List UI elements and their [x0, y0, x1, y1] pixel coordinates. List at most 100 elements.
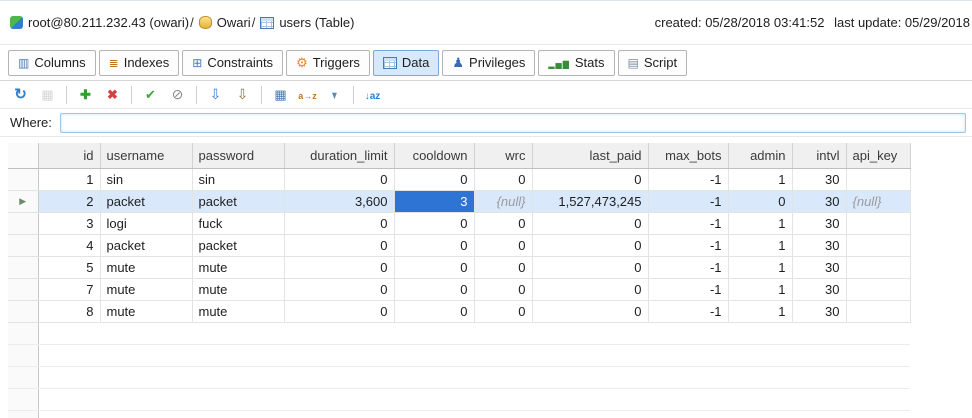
cell-max_bots[interactable]: -1 [648, 168, 728, 190]
tab-constraints[interactable]: Constraints [182, 50, 283, 76]
fetch-page-button[interactable] [35, 84, 60, 106]
cell-admin[interactable]: 1 [728, 168, 792, 190]
column-header-last_paid[interactable]: last_paid [532, 143, 648, 168]
cell-max_bots[interactable]: -1 [648, 256, 728, 278]
row-gutter[interactable] [8, 234, 38, 256]
cell-max_bots[interactable]: -1 [648, 190, 728, 212]
cell-cooldown[interactable]: 0 [394, 278, 474, 300]
cell-password[interactable]: mute [192, 300, 284, 322]
cell-password[interactable]: packet [192, 190, 284, 212]
cell-last_paid[interactable]: 0 [532, 212, 648, 234]
row-gutter[interactable] [8, 256, 38, 278]
cell-last_paid[interactable]: 0 [532, 168, 648, 190]
tab-script[interactable]: Script [618, 50, 688, 76]
cell-max_bots[interactable]: -1 [648, 234, 728, 256]
cell-intvl[interactable]: 30 [792, 300, 846, 322]
cell-username[interactable]: sin [100, 168, 192, 190]
row-gutter[interactable] [8, 168, 38, 190]
breadcrumb-item-2[interactable]: Owari [199, 15, 251, 30]
cell-admin[interactable]: 1 [728, 234, 792, 256]
cell-intvl[interactable]: 30 [792, 168, 846, 190]
cell-duration_limit[interactable]: 0 [284, 168, 394, 190]
cell-username[interactable]: mute [100, 278, 192, 300]
cell-intvl[interactable]: 30 [792, 278, 846, 300]
tab-indexes[interactable]: Indexes [99, 50, 180, 76]
cell-password[interactable]: packet [192, 234, 284, 256]
column-header-max_bots[interactable]: max_bots [648, 143, 728, 168]
cell-max_bots[interactable]: -1 [648, 300, 728, 322]
cell-max_bots[interactable]: -1 [648, 212, 728, 234]
column-header-wrc[interactable]: wrc [474, 143, 532, 168]
cell-max_bots[interactable]: -1 [648, 278, 728, 300]
cell-wrc[interactable]: 0 [474, 212, 532, 234]
cell-username[interactable]: packet [100, 190, 192, 212]
cell-api_key[interactable] [846, 168, 910, 190]
cell-api_key[interactable]: {null} [846, 190, 910, 212]
grid-edit-button[interactable] [268, 84, 293, 106]
apply-changes-button[interactable] [138, 84, 163, 106]
cell-duration_limit[interactable]: 0 [284, 234, 394, 256]
column-header-password[interactable]: password [192, 143, 284, 168]
cell-id[interactable]: 4 [38, 234, 100, 256]
cell-cooldown[interactable]: 0 [394, 300, 474, 322]
column-header-cooldown[interactable]: cooldown [394, 143, 474, 168]
cell-password[interactable]: sin [192, 168, 284, 190]
cell-password[interactable]: mute [192, 278, 284, 300]
cell-api_key[interactable] [846, 300, 910, 322]
cell-wrc[interactable]: 0 [474, 234, 532, 256]
cell-api_key[interactable] [846, 278, 910, 300]
breadcrumb-item-1[interactable]: root@80.211.232.43 (owari) [10, 15, 189, 30]
breadcrumb-item-3[interactable]: users (Table) [260, 15, 354, 30]
reject-changes-button[interactable] [165, 84, 190, 106]
delete-row-button[interactable] [100, 84, 125, 106]
cell-username[interactable]: packet [100, 234, 192, 256]
row-gutter[interactable] [8, 278, 38, 300]
column-header-api_key[interactable]: api_key [846, 143, 910, 168]
cell-intvl[interactable]: 30 [792, 190, 846, 212]
cell-last_paid[interactable]: 0 [532, 300, 648, 322]
cell-cooldown[interactable]: 0 [394, 256, 474, 278]
tab-triggers[interactable]: Triggers [286, 50, 370, 76]
column-header-admin[interactable]: admin [728, 143, 792, 168]
cell-duration_limit[interactable]: 0 [284, 278, 394, 300]
cell-intvl[interactable]: 30 [792, 256, 846, 278]
cell-duration_limit[interactable]: 0 [284, 256, 394, 278]
cell-admin[interactable]: 1 [728, 256, 792, 278]
cell-id[interactable]: 7 [38, 278, 100, 300]
cell-api_key[interactable] [846, 234, 910, 256]
cell-cooldown[interactable]: 0 [394, 234, 474, 256]
cell-id[interactable]: 5 [38, 256, 100, 278]
cell-id[interactable]: 3 [38, 212, 100, 234]
order-by-button[interactable] [360, 84, 385, 106]
cell-api_key[interactable] [846, 212, 910, 234]
cell-last_paid[interactable]: 0 [532, 234, 648, 256]
cell-id[interactable]: 2 [38, 190, 100, 212]
export-button[interactable] [230, 84, 255, 106]
cell-admin[interactable]: 1 [728, 212, 792, 234]
refresh-button[interactable] [8, 84, 33, 106]
row-gutter[interactable] [8, 300, 38, 322]
cell-id[interactable]: 1 [38, 168, 100, 190]
cell-cooldown[interactable]: 0 [394, 212, 474, 234]
cell-username[interactable]: mute [100, 300, 192, 322]
column-header-username[interactable]: username [100, 143, 192, 168]
cell-id[interactable]: 8 [38, 300, 100, 322]
cell-username[interactable]: mute [100, 256, 192, 278]
cell-cooldown[interactable]: 0 [394, 168, 474, 190]
filters-button[interactable] [322, 84, 347, 106]
cell-wrc[interactable]: 0 [474, 278, 532, 300]
cell-wrc[interactable]: {null} [474, 190, 532, 212]
cell-last_paid[interactable]: 1,527,473,245 [532, 190, 648, 212]
column-header-intvl[interactable]: intvl [792, 143, 846, 168]
cell-intvl[interactable]: 30 [792, 212, 846, 234]
tab-stats[interactable]: Stats [538, 50, 614, 76]
sort-az-button[interactable] [295, 84, 320, 106]
cell-api_key[interactable] [846, 256, 910, 278]
cell-intvl[interactable]: 30 [792, 234, 846, 256]
cell-last_paid[interactable]: 0 [532, 278, 648, 300]
cell-username[interactable]: logi [100, 212, 192, 234]
cell-duration_limit[interactable]: 3,600 [284, 190, 394, 212]
cell-admin[interactable]: 0 [728, 190, 792, 212]
row-gutter[interactable]: ▶ [8, 190, 38, 212]
row-gutter[interactable] [8, 212, 38, 234]
